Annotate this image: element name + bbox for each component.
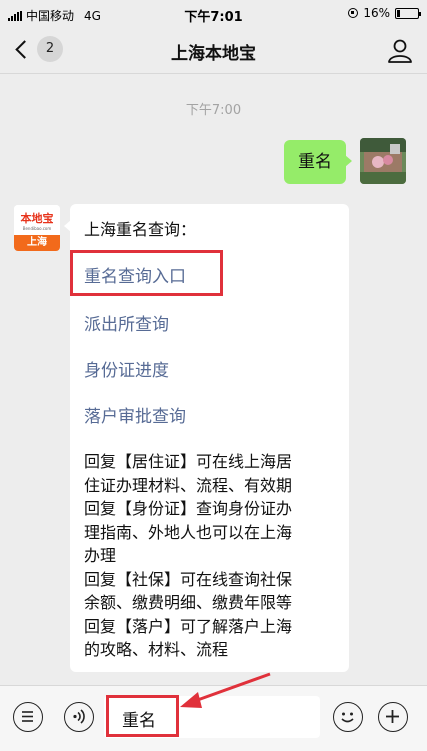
plus-icon[interactable] (378, 702, 408, 732)
body-line: 余额、缴费明细、缴费年限等 (84, 593, 293, 612)
menu-list-glyph (22, 711, 33, 722)
annotation-arrow-icon (180, 672, 271, 708)
battery-percent: 16% (363, 6, 390, 20)
link-rename-query[interactable]: 重名查询入口 (84, 262, 186, 287)
voice-glyph (73, 709, 85, 724)
emoji-glyph (341, 712, 354, 723)
status-right: 16% (348, 6, 421, 20)
chat-title: 上海本地宝 (171, 44, 256, 64)
voice-icon[interactable] (64, 702, 94, 732)
bot-message-body: 回复【居住证】可在线上海居 住证办理材料、流程、有效期 回复【身份证】查询身份证… (84, 450, 340, 662)
user-avatar[interactable] (360, 138, 406, 184)
body-line: 回复【社保】可在线查询社保 (84, 569, 293, 589)
bot-logo-text: 本地宝 (20, 212, 54, 225)
user-message-bubble[interactable]: 重名 (284, 140, 352, 184)
body-line: 理指南、外地人也可以在上海 (84, 522, 293, 542)
emoji-icon[interactable] (333, 702, 363, 732)
status-bar: 中国移动 4G 下午7:01 16% (0, 0, 427, 28)
body-line: 办理 (84, 546, 117, 565)
menu-list-icon[interactable] (13, 702, 43, 732)
user-avatar-photo (360, 138, 406, 184)
battery-level (397, 9, 400, 17)
body-line: 回复【居住证】可在线上海居 (84, 452, 293, 471)
bot-logo-city: 上海 (14, 235, 60, 251)
bot-avatar[interactable]: 本地宝 Bendibao.com 上海 (14, 205, 60, 251)
body-line: 回复【落户】可了解落户上海 (84, 616, 293, 636)
nav-bar: 2 上海本地宝 (0, 28, 427, 74)
plus-glyph (386, 710, 399, 723)
bot-message-heading: 上海重名查询： (84, 220, 197, 239)
link-id-progress[interactable]: 身份证进度 (84, 356, 169, 381)
link-settlement-query[interactable]: 落户审批查询 (84, 402, 186, 427)
battery-icon (395, 7, 421, 19)
rotation-lock-icon (348, 8, 359, 18)
input-highlight-box (106, 695, 179, 737)
bot-logo: 本地宝 Bendibao.com (14, 205, 60, 235)
body-line: 回复【身份证】查询身份证办 (84, 499, 293, 518)
body-line: 的攻略、材料、流程 (84, 640, 229, 659)
user-icon[interactable] (387, 38, 413, 64)
link-police-station[interactable]: 派出所查询 (84, 310, 169, 335)
bot-logo-url: Bendibao.com (22, 226, 52, 231)
body-line: 住证办理材料、流程、有效期 (84, 475, 293, 495)
message-timestamp: 下午7:00 (185, 103, 242, 118)
bot-message-bubble: 上海重名查询： 重名查询入口 派出所查询 身份证进度 落户审批查询 回复【居住证… (64, 204, 349, 672)
user-message-text: 重名 (298, 152, 332, 172)
